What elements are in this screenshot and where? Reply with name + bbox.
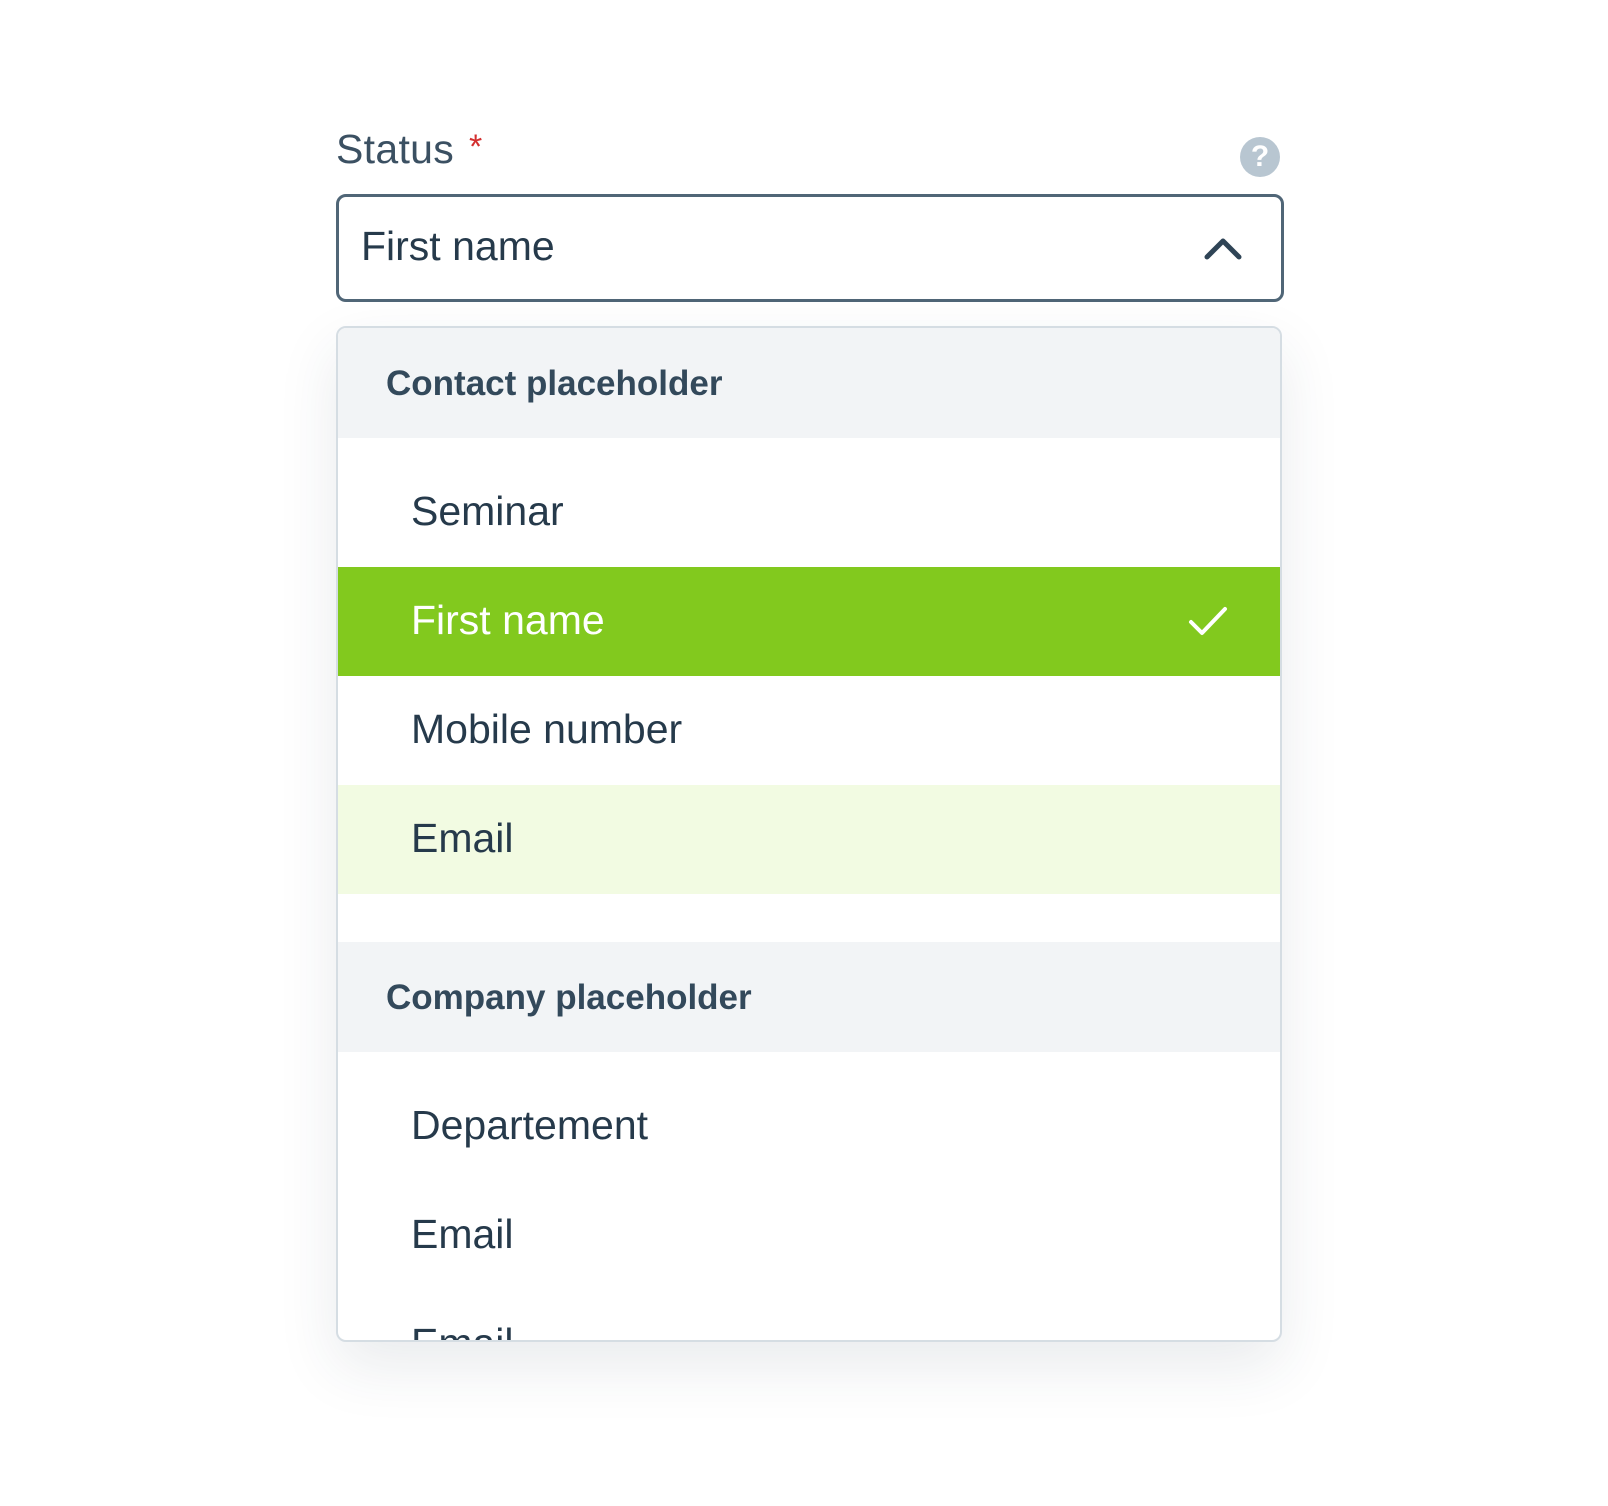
question-icon[interactable]: ? — [1240, 137, 1280, 177]
option-label: Seminar — [411, 488, 564, 534]
check-icon — [1189, 607, 1227, 635]
option-label: First name — [411, 597, 605, 643]
group-header-label: Contact placeholder — [386, 364, 723, 403]
option-label: Email — [411, 815, 514, 861]
group-header-label: Company placeholder — [386, 978, 752, 1017]
dropdown-menu: Contact placeholder Seminar First name M… — [336, 326, 1282, 1342]
option-email[interactable]: Email — [338, 1181, 1280, 1290]
option-first-name[interactable]: First name — [338, 567, 1280, 676]
option-departement[interactable]: Departement — [338, 1072, 1280, 1181]
option-label: Email — [411, 1320, 514, 1340]
chevron-up-icon[interactable] — [1203, 229, 1243, 269]
option-label: Email — [411, 1211, 514, 1257]
option-label: Departement — [411, 1102, 649, 1148]
status-field: Status * ? First name — [336, 122, 1284, 302]
select-value: First name — [361, 223, 555, 269]
group-header-contact: Contact placeholder — [338, 328, 1280, 438]
required-asterisk: * — [469, 128, 483, 166]
option-email[interactable]: Email — [338, 785, 1280, 894]
field-label-row: Status * ? — [336, 122, 1282, 194]
field-label: Status — [336, 126, 455, 172]
option-label: Mobile number — [411, 706, 683, 752]
status-select[interactable]: First name — [336, 194, 1284, 302]
group-header-company: Company placeholder — [338, 942, 1280, 1052]
option-email[interactable]: Email — [338, 1290, 1280, 1340]
option-seminar[interactable]: Seminar — [338, 458, 1280, 567]
option-mobile-number[interactable]: Mobile number — [338, 676, 1280, 785]
